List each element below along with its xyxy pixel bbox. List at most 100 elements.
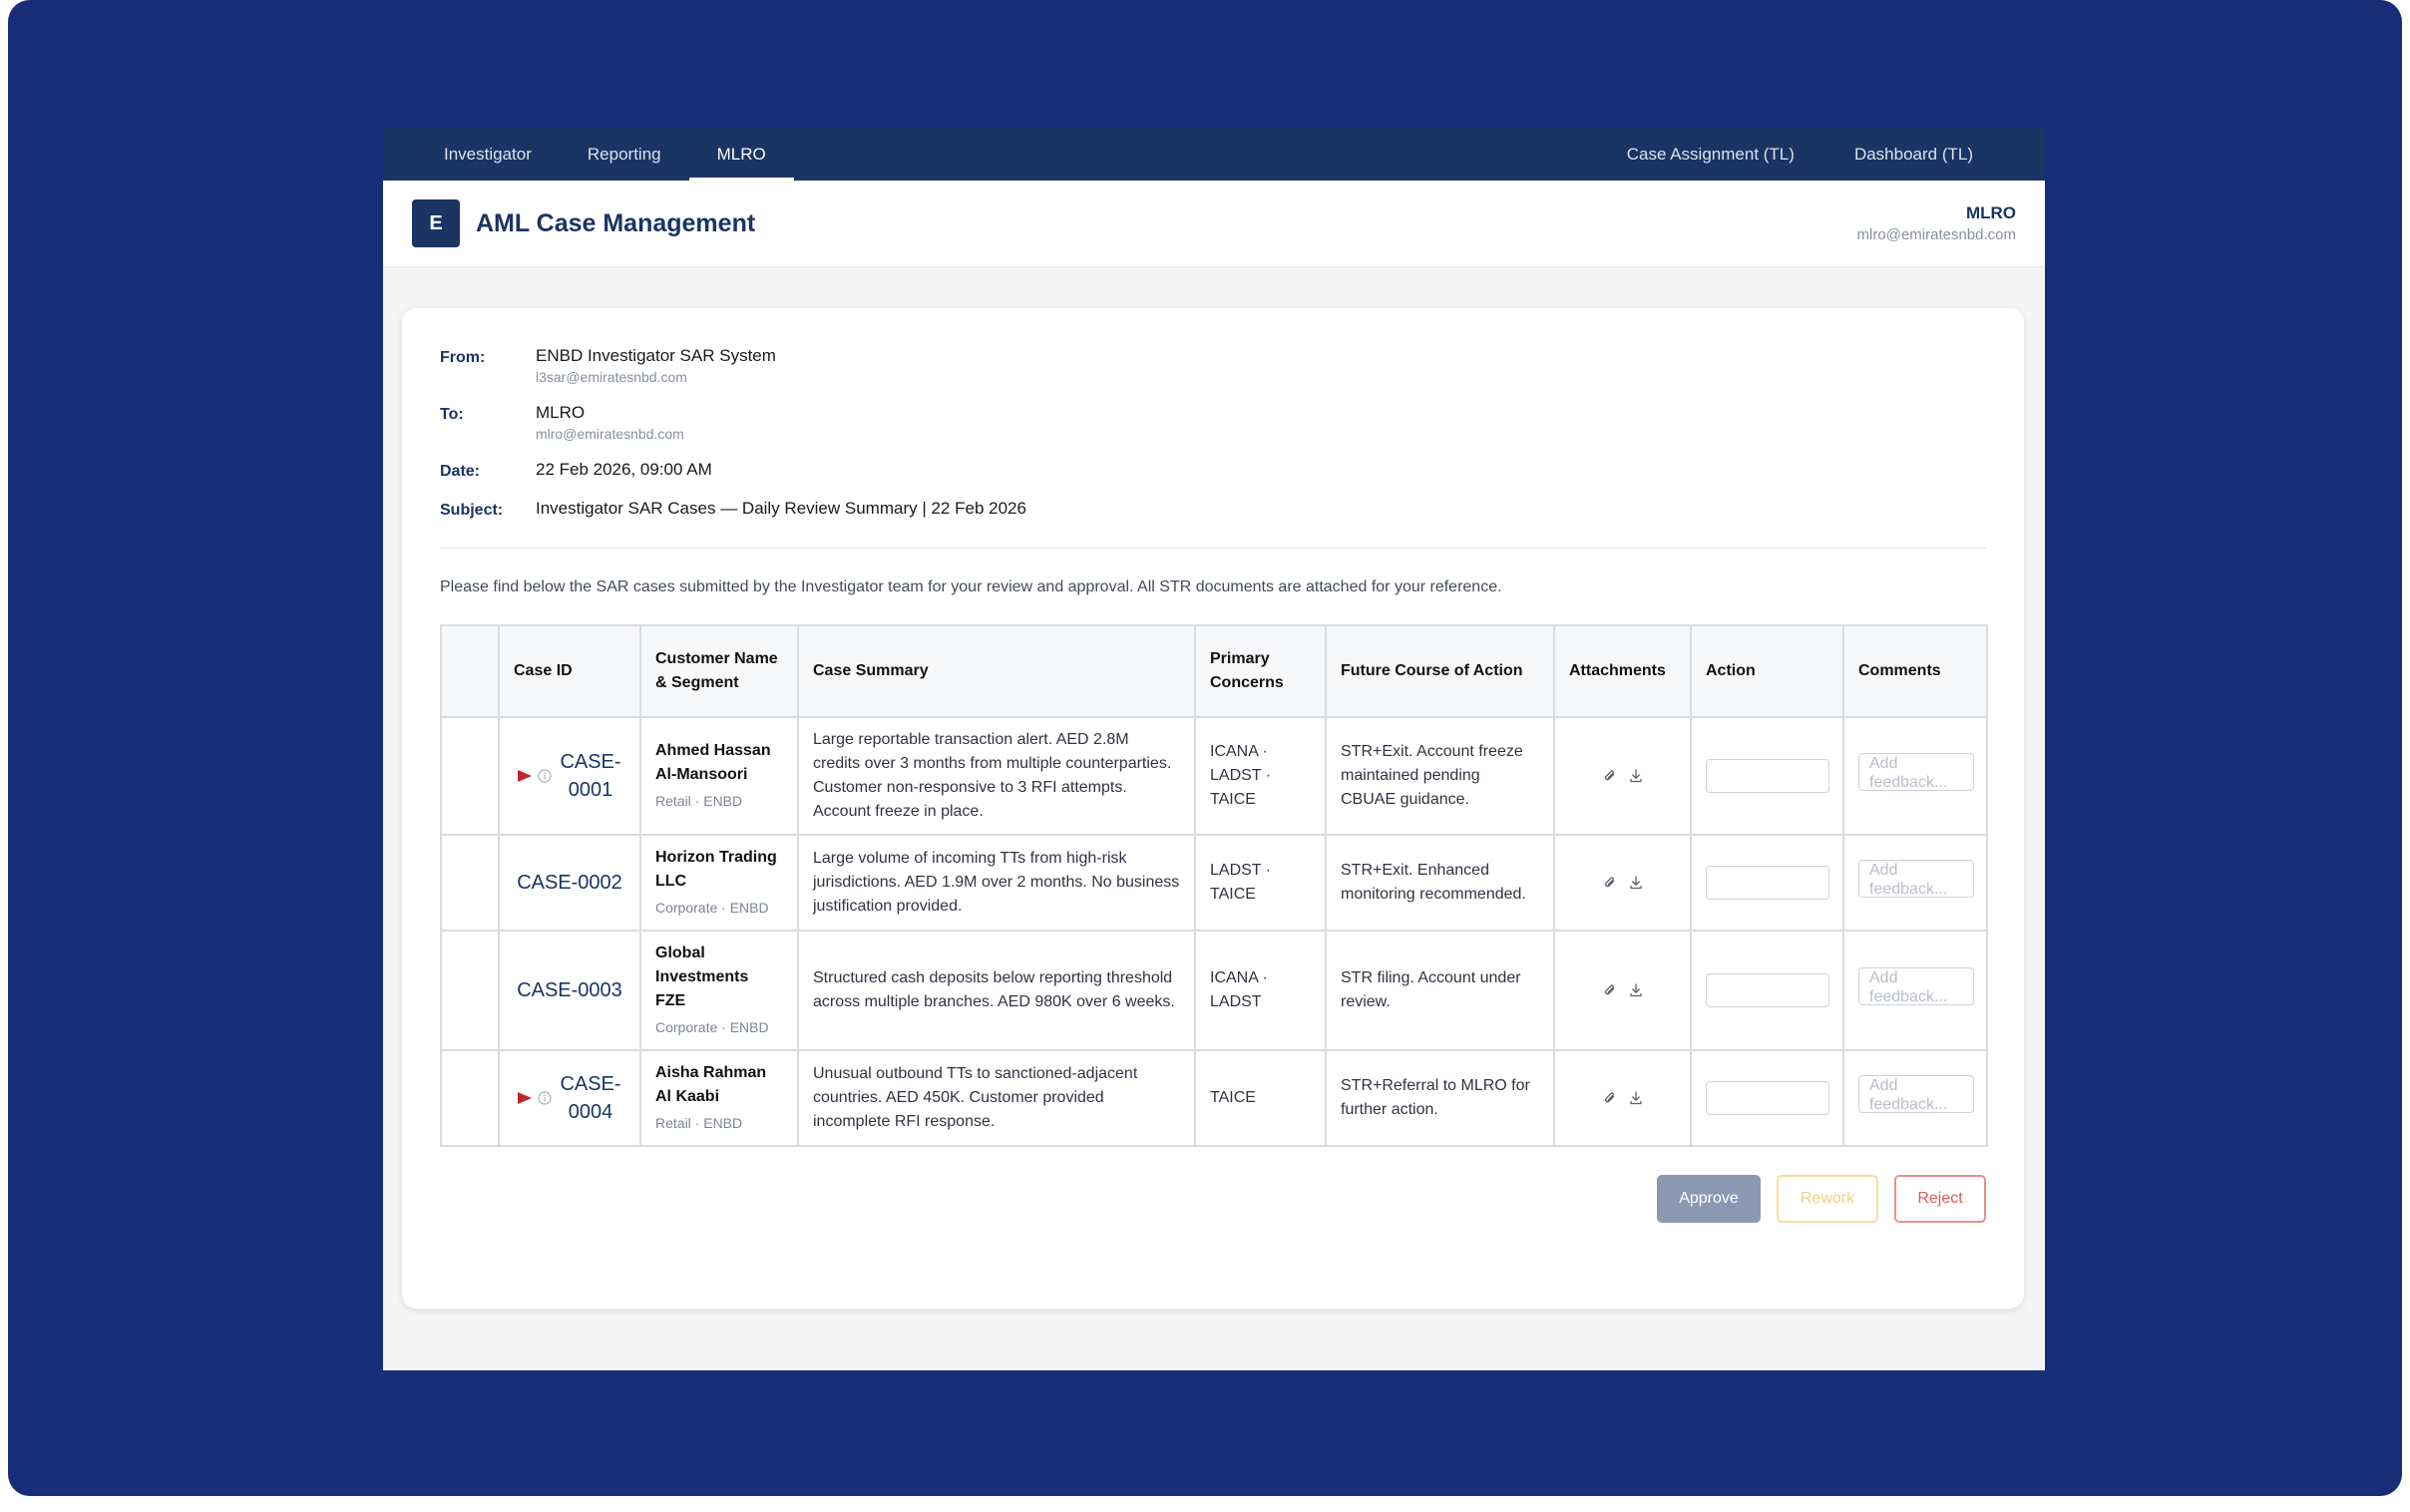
case-id-link[interactable]: CASE-0001 — [560, 748, 621, 804]
customer-name: Horizon Trading LLC — [655, 849, 777, 890]
nav-tab-reporting[interactable]: Reporting — [560, 128, 689, 181]
customer-cell: Horizon Trading LLC Corporate · ENBD — [639, 834, 799, 932]
col-header-future-action: Future Course of Action — [1325, 624, 1555, 718]
paperclip-icon[interactable] — [1602, 875, 1618, 891]
rework-button[interactable]: Rework — [1777, 1175, 1878, 1223]
nav-tab-investigator[interactable]: Investigator — [416, 128, 560, 181]
customer-segment: Retail · ENBD — [655, 793, 743, 809]
primary-concerns: ICANA · LADST — [1194, 930, 1327, 1051]
to-email: mlro@emiratesnbd.com — [536, 426, 684, 442]
col-header-customer: Customer Name & Segment — [639, 624, 799, 718]
user-info[interactable]: MLRO mlro@emiratesnbd.com — [1857, 203, 2016, 243]
table-row: CASE-0004 Aisha Rahman Al Kaabi Retail ·… — [440, 1049, 1988, 1147]
to-label: To: — [440, 406, 464, 423]
primary-concerns: TAICE — [1194, 1049, 1327, 1147]
comment-input[interactable] — [1858, 753, 1974, 791]
customer-cell: Global Investments FZE Corporate · ENBD — [639, 930, 799, 1051]
paperclip-icon[interactable] — [1602, 1090, 1618, 1106]
customer-name: Global Investments FZE — [655, 945, 749, 1009]
col-header-summary: Case Summary — [797, 624, 1196, 718]
table-row: CASE-0003 Global Investments FZE Corpora… — [440, 930, 1988, 1051]
reject-button[interactable]: Reject — [1894, 1175, 1986, 1223]
decision-buttons: Approve Rework Reject — [440, 1175, 1986, 1223]
case-id-link[interactable]: CASE-0003 — [517, 979, 622, 1001]
cases-table: Case ID Customer Name & Segment Case Sum… — [440, 624, 1988, 1147]
nav-tab-mlro[interactable]: MLRO — [688, 128, 794, 181]
case-id-cell: CASE-0001 — [498, 716, 641, 836]
select-cell[interactable] — [440, 930, 500, 1051]
attachments-cell — [1553, 930, 1692, 1051]
customer-segment: Corporate · ENBD — [655, 900, 769, 916]
customer-segment: Corporate · ENBD — [655, 1019, 769, 1035]
case-id-flagged: CASE-0004 — [514, 1070, 625, 1126]
info-icon[interactable] — [538, 1091, 552, 1105]
attachments-cell — [1553, 834, 1692, 932]
comment-input[interactable] — [1858, 967, 1974, 1005]
date-label: Date: — [440, 463, 481, 480]
divider — [440, 548, 1986, 549]
future-action: STR+Exit. Enhanced monitoring recommende… — [1325, 834, 1555, 932]
col-header-select — [440, 624, 500, 718]
meta-to: To: MLRO mlro@emiratesnbd.com — [440, 403, 1986, 442]
comment-input[interactable] — [1858, 1075, 1974, 1113]
case-summary: Large volume of incoming TTs from high-r… — [797, 834, 1196, 932]
approve-button[interactable]: Approve — [1657, 1175, 1761, 1223]
table-row: CASE-0001 Ahmed Hassan Al-Mansoori Retai… — [440, 716, 1988, 836]
nav-left-group: Investigator Reporting MLRO — [416, 128, 794, 181]
action-cell — [1690, 1049, 1844, 1147]
to-name: MLRO — [536, 403, 586, 422]
action-input[interactable] — [1706, 759, 1829, 793]
download-icon[interactable] — [1628, 1090, 1644, 1106]
download-icon[interactable] — [1628, 768, 1644, 784]
flag-icon — [518, 1092, 532, 1104]
case-id-cell: CASE-0003 — [498, 930, 641, 1051]
primary-concerns: ICANA · LADST · TAICE — [1194, 716, 1327, 836]
action-input[interactable] — [1706, 866, 1829, 900]
customer-name: Ahmed Hassan Al-Mansoori — [655, 742, 771, 783]
from-label: From: — [440, 349, 486, 366]
col-header-attachments: Attachments — [1553, 624, 1692, 718]
select-cell[interactable] — [440, 716, 500, 836]
table-header-row: Case ID Customer Name & Segment Case Sum… — [440, 624, 1988, 718]
customer-cell: Aisha Rahman Al Kaabi Retail · ENBD — [639, 1049, 799, 1147]
subject-value: Investigator SAR Cases — Daily Review Su… — [536, 499, 1026, 518]
customer-cell: Ahmed Hassan Al-Mansoori Retail · ENBD — [639, 716, 799, 836]
select-cell[interactable] — [440, 834, 500, 932]
email-card: From: ENBD Investigator SAR System l3sar… — [402, 308, 2024, 1309]
primary-concerns: LADST · TAICE — [1194, 834, 1327, 932]
future-action: STR+Exit. Account freeze maintained pend… — [1325, 716, 1555, 836]
attachments-cell — [1553, 1049, 1692, 1147]
download-icon[interactable] — [1628, 982, 1644, 998]
col-header-action: Action — [1690, 624, 1844, 718]
case-id-link[interactable]: CASE-0004 — [560, 1070, 621, 1126]
app-window: Investigator Reporting MLRO Case Assignm… — [383, 128, 2045, 1370]
paperclip-icon[interactable] — [1602, 982, 1618, 998]
meta-date: Date: 22 Feb 2026, 09:00 AM — [440, 460, 1986, 481]
case-id-cell: CASE-0002 — [498, 834, 641, 932]
case-id-cell: CASE-0004 — [498, 1049, 641, 1147]
attachment-icons — [1569, 982, 1676, 998]
comment-input[interactable] — [1858, 860, 1974, 898]
download-icon[interactable] — [1628, 875, 1644, 891]
nav-tab-case-assignment[interactable]: Case Assignment (TL) — [1597, 128, 1824, 181]
subject-label: Subject: — [440, 502, 504, 519]
flag-indicators — [518, 769, 552, 783]
info-icon[interactable] — [538, 769, 552, 783]
paperclip-icon[interactable] — [1602, 768, 1618, 784]
intro-text: Please find below the SAR cases submitte… — [440, 578, 1502, 595]
action-input[interactable] — [1706, 973, 1829, 1007]
col-header-comments: Comments — [1842, 624, 1988, 718]
comments-cell — [1842, 930, 1988, 1051]
action-cell — [1690, 716, 1844, 836]
case-id-flagged: CASE-0001 — [514, 748, 625, 804]
date-value: 22 Feb 2026, 09:00 AM — [536, 460, 712, 479]
select-cell[interactable] — [440, 1049, 500, 1147]
nav-tab-dashboard[interactable]: Dashboard (TL) — [1824, 128, 2003, 181]
action-input[interactable] — [1706, 1081, 1829, 1115]
meta-from: From: ENBD Investigator SAR System l3sar… — [440, 346, 1986, 385]
app-title: AML Case Management — [476, 208, 756, 237]
from-email: l3sar@emiratesnbd.com — [536, 369, 687, 385]
flag-icon — [518, 770, 532, 782]
case-id-link[interactable]: CASE-0002 — [517, 872, 622, 894]
table-body: CASE-0001 Ahmed Hassan Al-Mansoori Retai… — [440, 716, 1988, 1147]
